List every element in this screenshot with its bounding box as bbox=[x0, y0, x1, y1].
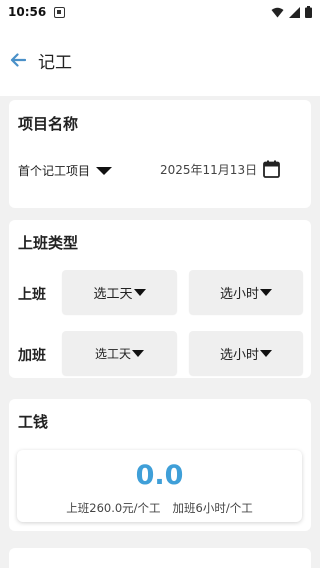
battery-icon bbox=[305, 6, 312, 18]
regular-day-label: 选工天 bbox=[93, 286, 133, 302]
calendar-icon bbox=[263, 160, 280, 178]
status-time: 10:56 bbox=[8, 5, 47, 19]
overtime-day-button[interactable]: 选工天 bbox=[62, 331, 177, 375]
overtime-day-label: 选工天 bbox=[94, 346, 131, 361]
regular-hour-label: 选小时 bbox=[219, 286, 259, 302]
overtime-hour-button[interactable]: 选小时 bbox=[189, 331, 303, 375]
status-icons bbox=[271, 6, 312, 18]
triangle-down-icon bbox=[132, 349, 144, 357]
date-picker[interactable]: 2025年11月13日 bbox=[160, 160, 280, 178]
regular-day-button[interactable]: 选工天 bbox=[62, 270, 177, 314]
triangle-down-icon bbox=[96, 166, 113, 175]
shift-section-title: 上班类型 bbox=[18, 234, 79, 252]
date-text: 2025年11月13日 bbox=[160, 162, 258, 177]
regular-hour-button[interactable]: 选小时 bbox=[189, 270, 303, 314]
screen: 10:56 记工 项目名称 首个记工项目 2025年11月13日 上班类型 上班… bbox=[0, 0, 320, 568]
status-bar: 10:56 bbox=[0, 0, 320, 24]
project-section-title: 项目名称 bbox=[18, 115, 79, 133]
wifi-icon bbox=[271, 7, 284, 17]
overtime-rate: 加班6小时/个工 bbox=[172, 501, 253, 515]
wage-section-title: 工钱 bbox=[18, 413, 49, 431]
wage-card: 工钱 0.0 上班260.0元/个工 加班6小时/个工 bbox=[9, 399, 311, 531]
overtime-hour-label: 选小时 bbox=[219, 347, 259, 363]
shift-type-card: 上班类型 上班 选工天 选小时 加班 选工天 选小时 bbox=[9, 220, 311, 378]
wage-rate-details: 上班260.0元/个工 加班6小时/个工 bbox=[17, 500, 302, 516]
triangle-down-icon bbox=[260, 349, 272, 357]
triangle-down-icon bbox=[133, 288, 146, 296]
arrow-left-icon bbox=[10, 53, 26, 67]
regular-shift-label: 上班 bbox=[18, 287, 46, 303]
signal-icon bbox=[289, 6, 300, 18]
wage-summary: 0.0 上班260.0元/个工 加班6小时/个工 bbox=[17, 450, 302, 522]
page-title: 记工 bbox=[38, 52, 72, 73]
wage-total: 0.0 bbox=[135, 460, 184, 491]
next-card bbox=[9, 548, 311, 568]
triangle-down-icon bbox=[260, 288, 272, 296]
notification-icon bbox=[54, 6, 66, 18]
regular-rate: 上班260.0元/个工 bbox=[66, 501, 161, 515]
project-dropdown[interactable]: 首个记工项目 bbox=[18, 162, 113, 179]
overtime-shift-label: 加班 bbox=[18, 348, 46, 364]
app-header: 记工 bbox=[0, 24, 320, 96]
back-button[interactable] bbox=[8, 50, 28, 70]
project-card: 项目名称 首个记工项目 2025年11月13日 bbox=[9, 100, 311, 208]
project-name: 首个记工项目 bbox=[18, 164, 91, 178]
